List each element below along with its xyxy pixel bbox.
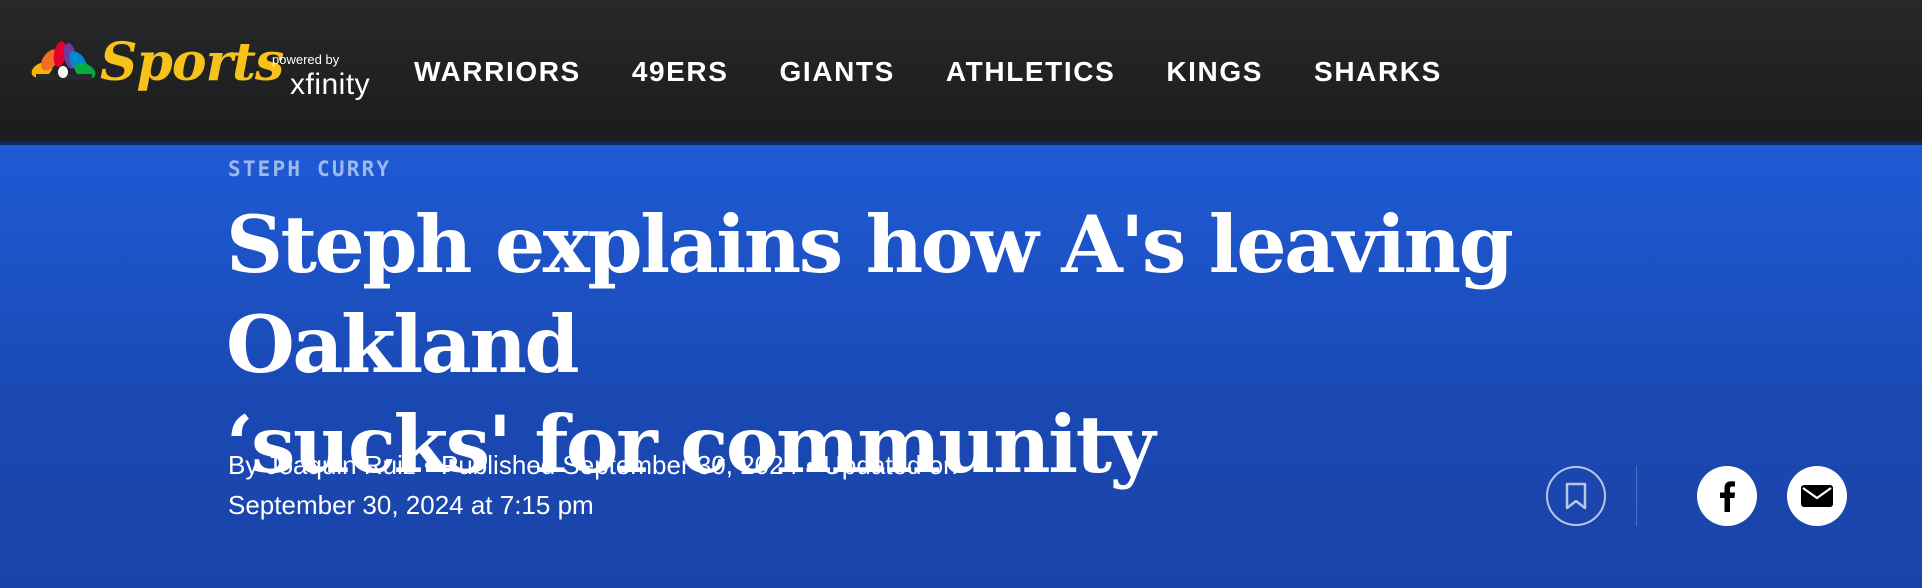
nav-athletics[interactable]: ATHLETICS xyxy=(946,56,1115,88)
facebook-icon xyxy=(1720,481,1735,512)
bookmark-icon xyxy=(1565,482,1587,510)
nav-sharks[interactable]: SHARKS xyxy=(1314,56,1442,88)
author-name[interactable]: By Joaquin Ruiz xyxy=(228,445,416,485)
nav-giants[interactable]: GIANTS xyxy=(780,56,895,88)
sports-wordmark: Sports xyxy=(100,32,284,93)
published-date: Published September 30, 2024 xyxy=(441,450,799,480)
powered-by-label: powered by xyxy=(272,52,340,67)
updated-date: September 30, 2024 at 7:15 pm xyxy=(228,490,594,520)
share-divider xyxy=(1636,466,1637,526)
email-icon xyxy=(1801,485,1833,507)
peacock-icon xyxy=(31,41,96,80)
facebook-share-button[interactable] xyxy=(1697,466,1757,526)
nav-49ers[interactable]: 49ERS xyxy=(632,56,729,88)
article-hero: STEPH CURRY Steph explains how A's leavi… xyxy=(0,145,1922,588)
email-share-button[interactable] xyxy=(1787,466,1847,526)
headline-line-1: Steph explains how A's leaving Oakland xyxy=(226,198,1514,391)
updated-label: Updated on xyxy=(823,450,958,480)
category-link[interactable]: STEPH CURRY xyxy=(228,157,391,181)
site-header: Sports powered by xfinity WARRIORS 49ERS… xyxy=(0,0,1922,145)
bookmark-button[interactable] xyxy=(1546,466,1606,526)
byline: By Joaquin Ruiz • Published September 30… xyxy=(228,445,1068,525)
nav-kings[interactable]: KINGS xyxy=(1166,56,1263,88)
share-toolbar xyxy=(1546,466,1847,526)
xfinity-logo: xfinity xyxy=(290,68,371,101)
byline-separator: • xyxy=(423,450,433,480)
byline-separator: • xyxy=(806,450,816,480)
nav-warriors[interactable]: WARRIORS xyxy=(414,56,581,88)
nbc-sports-logo[interactable]: Sports powered by xfinity xyxy=(28,32,370,108)
team-nav: WARRIORS 49ERS GIANTS ATHLETICS KINGS SH… xyxy=(414,56,1493,88)
